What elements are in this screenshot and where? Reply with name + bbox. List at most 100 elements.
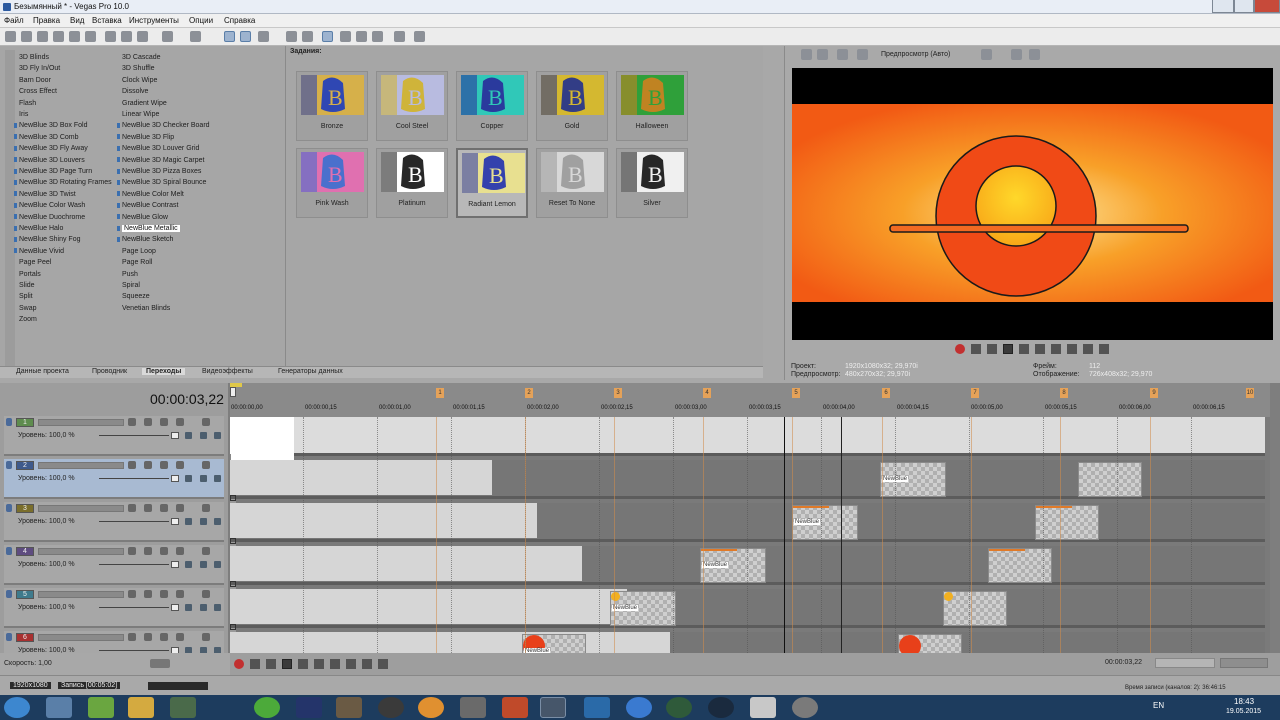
- track-name-field[interactable]: [38, 634, 124, 641]
- stop-icon[interactable]: [1035, 344, 1045, 354]
- taskbar-media-icon[interactable]: [502, 697, 528, 718]
- timeline-marker[interactable]: 5: [792, 388, 800, 398]
- timeline-marker[interactable]: 6: [882, 388, 890, 398]
- preset-thumbnail[interactable]: B Gold: [536, 71, 608, 141]
- tl-next-frame-icon[interactable]: [378, 659, 388, 669]
- transition-item[interactable]: 3D Shuffle: [117, 65, 155, 72]
- transition-item[interactable]: NewBlue 3D Page Turn: [14, 168, 92, 175]
- go-to-start-icon[interactable]: [1051, 344, 1061, 354]
- loop-icon[interactable]: [971, 344, 981, 354]
- new-icon[interactable]: [5, 31, 16, 42]
- tl-loop-icon[interactable]: [250, 659, 260, 669]
- transition-item[interactable]: Page Roll: [117, 259, 152, 266]
- level-slider-knob[interactable]: [171, 475, 179, 482]
- transition-item[interactable]: NewBlue 3D Rotating Frames: [14, 179, 112, 186]
- normal-edit-tool-icon[interactable]: [224, 31, 235, 42]
- taskbar-vegas-icon[interactable]: [540, 697, 566, 718]
- pan-crop-icon[interactable]: [394, 31, 405, 42]
- taskbar-game-icon[interactable]: [336, 697, 362, 718]
- fx-icon[interactable]: [144, 461, 152, 469]
- lane-envelope-icon[interactable]: [230, 495, 236, 501]
- track-keyframes-icon[interactable]: [214, 604, 221, 611]
- transition-item[interactable]: NewBlue 3D Spiral Bounce: [117, 179, 206, 186]
- preset-thumbnail[interactable]: B Radiant Lemon: [456, 148, 528, 218]
- transition-item[interactable]: NewBlue 3D Magic Carpet: [117, 157, 204, 164]
- transition-item[interactable]: Zoom: [14, 316, 37, 323]
- transition-item[interactable]: Slide: [14, 282, 35, 289]
- menu-insert[interactable]: Вставка: [92, 16, 122, 25]
- transition-item[interactable]: Gradient Wipe: [117, 100, 167, 107]
- solo-icon[interactable]: [202, 590, 210, 598]
- taskbar-nvidia-icon[interactable]: [88, 697, 114, 718]
- tab-video-fx[interactable]: Видеоэффекты: [202, 368, 253, 375]
- lane-envelope-icon[interactable]: [230, 581, 236, 587]
- transition-item[interactable]: NewBlue Halo: [14, 225, 63, 232]
- transition-item[interactable]: 3D Fly In/Out: [14, 65, 60, 72]
- menu-edit[interactable]: Правка: [33, 16, 60, 25]
- menu-help[interactable]: Справка: [224, 16, 255, 25]
- video-event[interactable]: [943, 591, 1007, 626]
- solo-icon[interactable]: [202, 461, 210, 469]
- transition-item[interactable]: NewBlue 3D Louvers: [14, 157, 85, 164]
- lock-icon[interactable]: [128, 590, 136, 598]
- composite-mode-icon[interactable]: [160, 633, 168, 641]
- time-ruler[interactable]: 1 2 3 4 5 6 7 8 9 10 00:00:00,00 00:00:00,15 00:00:0…: [230, 383, 1270, 417]
- transition-item[interactable]: Linear Wipe: [117, 111, 159, 118]
- mute-icon[interactable]: [176, 418, 184, 426]
- level-slider[interactable]: [99, 650, 169, 651]
- external-monitor-icon[interactable]: [817, 49, 828, 60]
- expand-track-icon[interactable]: [200, 518, 207, 525]
- tl-play-from-start-icon[interactable]: [266, 659, 276, 669]
- transition-item[interactable]: NewBlue Color Melt: [117, 191, 184, 198]
- timeline-marker[interactable]: 10: [1246, 388, 1254, 398]
- tl-stop-icon[interactable]: [314, 659, 324, 669]
- preset-thumbnail[interactable]: B Silver: [616, 148, 688, 218]
- preset-thumbnail[interactable]: B Cool Steel: [376, 71, 448, 141]
- transition-item[interactable]: Dissolve: [117, 88, 148, 95]
- transition-item[interactable]: Venetian Blinds: [117, 305, 170, 312]
- menu-tools[interactable]: Инструменты: [129, 16, 179, 25]
- composite-mode-icon[interactable]: [160, 504, 168, 512]
- event-body[interactable]: [230, 546, 582, 581]
- level-slider[interactable]: [99, 435, 169, 436]
- play-icon[interactable]: [1003, 344, 1013, 354]
- lock-icon[interactable]: [128, 504, 136, 512]
- preset-thumbnail[interactable]: B Bronze: [296, 71, 368, 141]
- cursor-flag[interactable]: [230, 387, 236, 397]
- transition-item[interactable]: Spiral: [117, 282, 140, 289]
- overlays-icon[interactable]: [981, 49, 992, 60]
- play-from-start-icon[interactable]: [987, 344, 997, 354]
- track-name-field[interactable]: [38, 462, 124, 469]
- transition-item[interactable]: Barn Door: [14, 77, 51, 84]
- pause-icon[interactable]: [1019, 344, 1029, 354]
- transition-item[interactable]: Cross Effect: [14, 88, 57, 95]
- save-icon[interactable]: [37, 31, 48, 42]
- video-event[interactable]: [230, 417, 294, 454]
- preset-thumbnail[interactable]: B Copper: [456, 71, 528, 141]
- track-name-field[interactable]: [38, 419, 124, 426]
- taskbar-notepad-icon[interactable]: [750, 697, 776, 718]
- tab-project-media[interactable]: Данные проекта: [16, 368, 69, 375]
- record-icon[interactable]: [955, 344, 965, 354]
- transition-item[interactable]: NewBlue 3D Comb: [14, 134, 79, 141]
- event-body[interactable]: [230, 460, 492, 495]
- video-event[interactable]: NewBlue: [700, 548, 766, 583]
- menu-view[interactable]: Вид: [70, 16, 84, 25]
- level-slider-knob[interactable]: [171, 604, 179, 611]
- transition-item[interactable]: NewBlue 3D Checker Board: [117, 122, 210, 129]
- tab-media-generators[interactable]: Генераторы данных: [278, 368, 343, 375]
- help-pointer-icon[interactable]: [414, 31, 425, 42]
- render-icon[interactable]: [69, 31, 80, 42]
- tab-explorer[interactable]: Проводник: [92, 368, 127, 375]
- transition-item[interactable]: NewBlue Shiny Fog: [14, 236, 80, 243]
- solo-icon[interactable]: [202, 418, 210, 426]
- taskbar-disc-icon[interactable]: [792, 697, 818, 718]
- track-keyframes-icon[interactable]: [214, 561, 221, 568]
- transition-item[interactable]: NewBlue 3D Pizza Boxes: [117, 168, 201, 175]
- transition-item[interactable]: 3D Blinds: [14, 54, 49, 61]
- tl-go-to-start-icon[interactable]: [330, 659, 340, 669]
- motion-icon[interactable]: [185, 432, 192, 439]
- motion-icon[interactable]: [185, 475, 192, 482]
- track-name-field[interactable]: [38, 548, 124, 555]
- transition-item[interactable]: Squeeze: [117, 293, 150, 300]
